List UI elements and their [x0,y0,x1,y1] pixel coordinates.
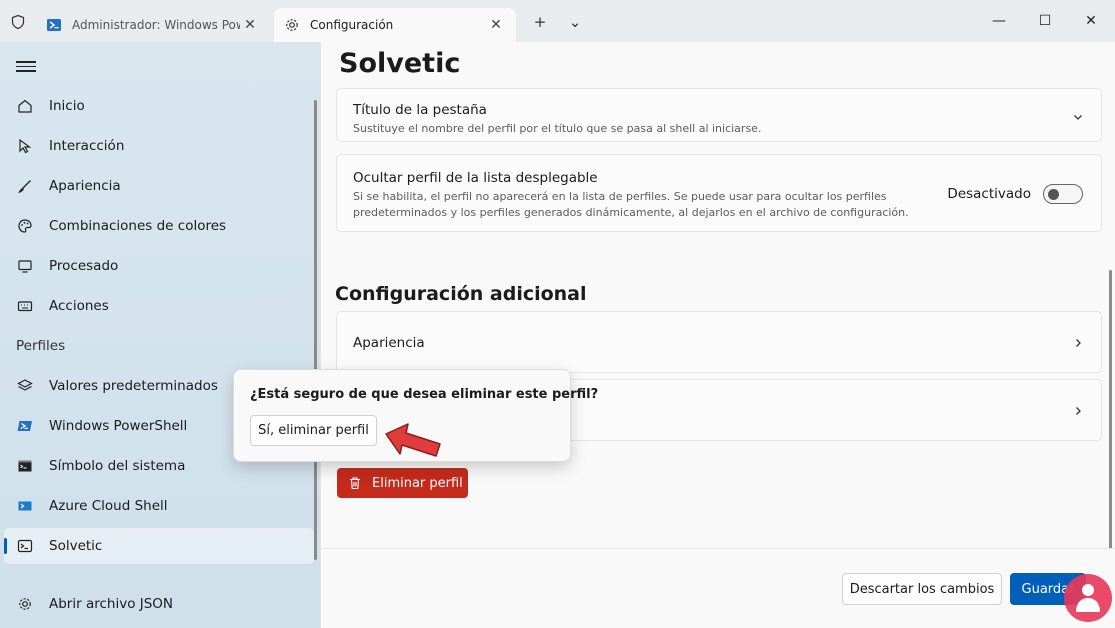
pointer-icon [16,137,34,155]
hide-profile-toggle[interactable] [1043,184,1083,204]
sidebar-item-interaccion[interactable]: Interacción [4,128,314,164]
sidebar-item-label: Acciones [49,298,109,314]
terminal-icon [16,537,34,555]
powershell-icon [46,17,62,33]
chevron-right-icon [1071,404,1085,418]
sidebar-item-inicio[interactable]: Inicio [4,88,314,124]
sidebar: Inicio Interacción Apariencia Combinacio… [0,42,320,628]
sidebar-item-label: Apariencia [49,178,121,194]
gear-icon [284,17,300,33]
sidebar-item-label: Solvetic [49,538,103,554]
close-icon[interactable]: ✕ [240,15,260,35]
sidebar-item-open-json[interactable]: Abrir archivo JSON [4,586,314,622]
monitor-icon [16,257,34,275]
sidebar-item-label: Interacción [49,138,125,154]
layers-icon [16,377,34,395]
profiles-section-header: Perfiles [16,338,66,354]
cmd-icon [16,457,34,475]
annotation-arrow-icon [385,423,441,457]
tab-powershell[interactable]: Administrador: Windows Powe ✕ [36,8,270,42]
main-content: Solvetic Título de la pestaña Sustituye … [320,42,1115,628]
delete-profile-label: Eliminar perfil [372,475,463,491]
card-description: predeterminados y los perfiles generados… [353,206,909,219]
section-title: Configuración adicional [335,283,587,305]
hide-profile-card: Ocultar perfil de la lista desplegable S… [336,154,1102,232]
keyboard-icon [16,297,34,315]
sidebar-item-combinaciones[interactable]: Combinaciones de colores [4,208,314,244]
delete-profile-button[interactable]: Eliminar perfil [337,468,468,498]
tab-label: Configuración [310,18,394,32]
page-title: Solvetic [339,48,461,79]
sidebar-scrollbar[interactable] [314,100,317,560]
brush-icon [16,177,34,195]
title-bar: Administrador: Windows Powe ✕ Configurac… [0,0,1115,42]
sidebar-item-label: Símbolo del sistema [49,458,186,474]
tab-label: Administrador: Windows Powe [72,18,240,32]
sidebar-item-label: Azure Cloud Shell [49,498,168,514]
card-description: Sustituye el nombre del perfil por el tí… [353,122,762,135]
sidebar-item-apariencia[interactable]: Apariencia [4,168,314,204]
main-scrollbar[interactable] [1109,270,1112,570]
sidebar-item-label: Inicio [49,98,85,114]
sidebar-item-acciones[interactable]: Acciones [4,288,314,324]
card-description: Si se habilita, el perfil no aparecerá e… [353,190,887,203]
card-title: Apariencia [353,335,425,351]
card-title: Ocultar perfil de la lista desplegable [353,170,598,186]
sidebar-item-label: Valores predeterminados [49,378,218,394]
new-tab-button[interactable]: + [530,12,550,32]
tab-title-card[interactable]: Título de la pestaña Sustituye el nombre… [336,88,1102,142]
sidebar-item-label: Combinaciones de colores [49,218,227,234]
hamburger-menu-icon[interactable] [16,58,36,74]
flyout-question: ¿Está seguro de que desea eliminar este … [250,387,599,402]
confirm-delete-button[interactable]: Sí, eliminar perfil [250,415,377,446]
appearance-card[interactable]: Apariencia [336,311,1102,373]
gear-icon [16,595,34,613]
palette-icon [16,217,34,235]
maximize-button[interactable]: ☐ [1033,10,1057,32]
close-window-button[interactable]: ✕ [1079,10,1103,32]
shield-icon [8,12,28,32]
minimize-button[interactable]: — [987,10,1011,32]
sidebar-item-solvetic[interactable]: Solvetic [4,528,314,564]
chevron-down-icon[interactable]: ⌄ [565,12,585,32]
sidebar-item-label: Windows PowerShell [49,418,188,434]
home-icon [16,97,34,115]
azure-icon [16,497,34,515]
tab-settings[interactable]: Configuración ✕ [274,8,516,42]
powershell-icon [16,417,34,435]
chevron-down-icon[interactable] [1071,110,1085,124]
toggle-state-label: Desactivado [947,186,1031,202]
discard-changes-button[interactable]: Descartar los cambios [842,573,1002,605]
sidebar-item-azure[interactable]: Azure Cloud Shell [4,488,314,524]
sidebar-item-procesado[interactable]: Procesado [4,248,314,284]
chevron-right-icon [1071,336,1085,350]
close-icon[interactable]: ✕ [486,15,506,35]
solvetic-logo-icon [1064,574,1112,622]
card-title: Título de la pestaña [353,102,487,118]
sidebar-item-label: Abrir archivo JSON [49,596,174,612]
trash-icon [347,475,363,491]
footer-bar: Descartar los cambios Guardar [321,548,1115,628]
sidebar-item-label: Procesado [49,258,119,274]
